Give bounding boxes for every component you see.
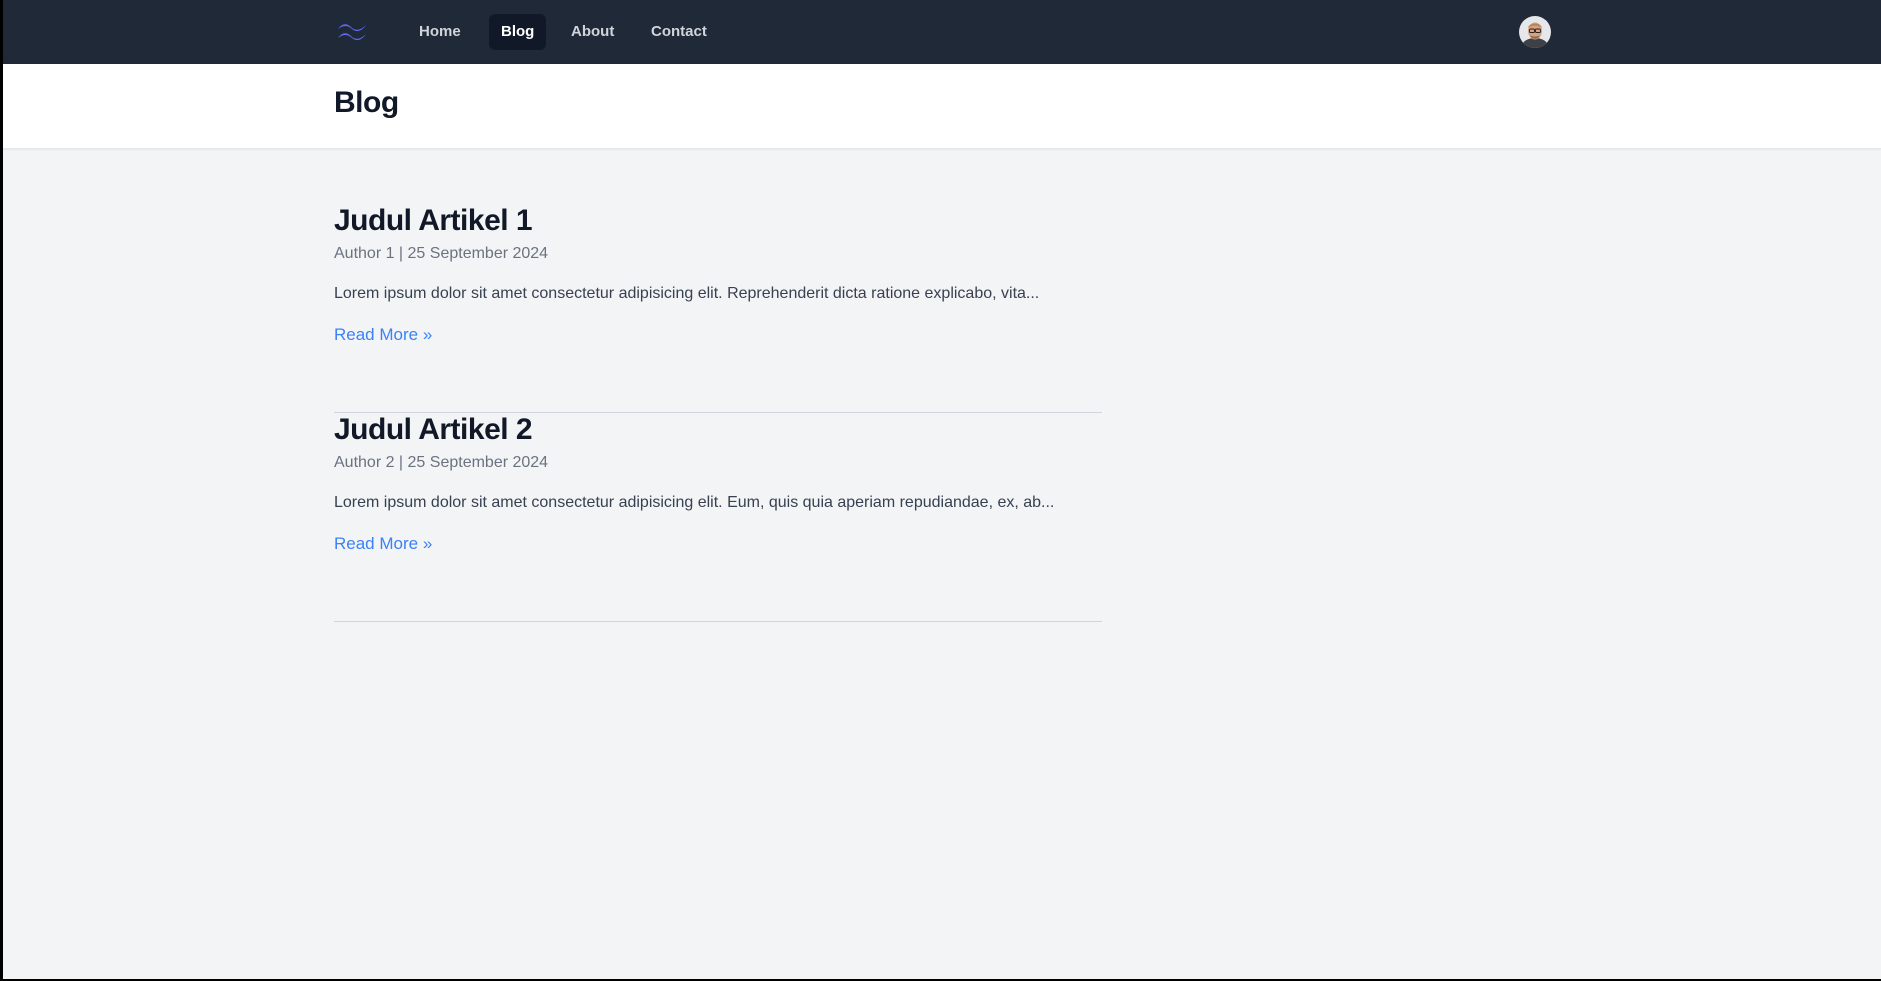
tailwind-logo-icon[interactable] (336, 20, 368, 44)
nav-link-home[interactable]: Home (407, 14, 473, 50)
article-card: Judul Artikel 2 Author 2 | 25 September … (334, 413, 1102, 622)
nav-link-blog[interactable]: Blog (489, 14, 547, 50)
article-meta: Author 1 | 25 September 2024 (334, 245, 549, 262)
nav-link-contact[interactable]: Contact (639, 14, 719, 50)
article-excerpt: Lorem ipsum dolor sit amet consectetur a… (334, 285, 1040, 302)
read-more-link[interactable]: Read More » (334, 534, 432, 554)
article-title[interactable]: Judul Artikel 1 (334, 204, 533, 238)
page-frame: Home Blog About Contact Blog Judul Artik… (3, 0, 1881, 979)
article-excerpt: Lorem ipsum dolor sit amet consectetur a… (334, 494, 1055, 511)
article-meta: Author 2 | 25 September 2024 (334, 454, 549, 471)
read-more-link[interactable]: Read More » (334, 325, 432, 345)
nav-link-about[interactable]: About (559, 14, 626, 50)
user-avatar-icon[interactable] (1519, 16, 1551, 48)
article-title[interactable]: Judul Artikel 2 (334, 413, 533, 447)
page-header: Blog (3, 64, 1881, 149)
top-navbar: Home Blog About Contact (3, 0, 1881, 64)
article-card: Judul Artikel 1 Author 1 | 25 September … (334, 204, 1102, 413)
page-title: Blog (334, 86, 399, 119)
